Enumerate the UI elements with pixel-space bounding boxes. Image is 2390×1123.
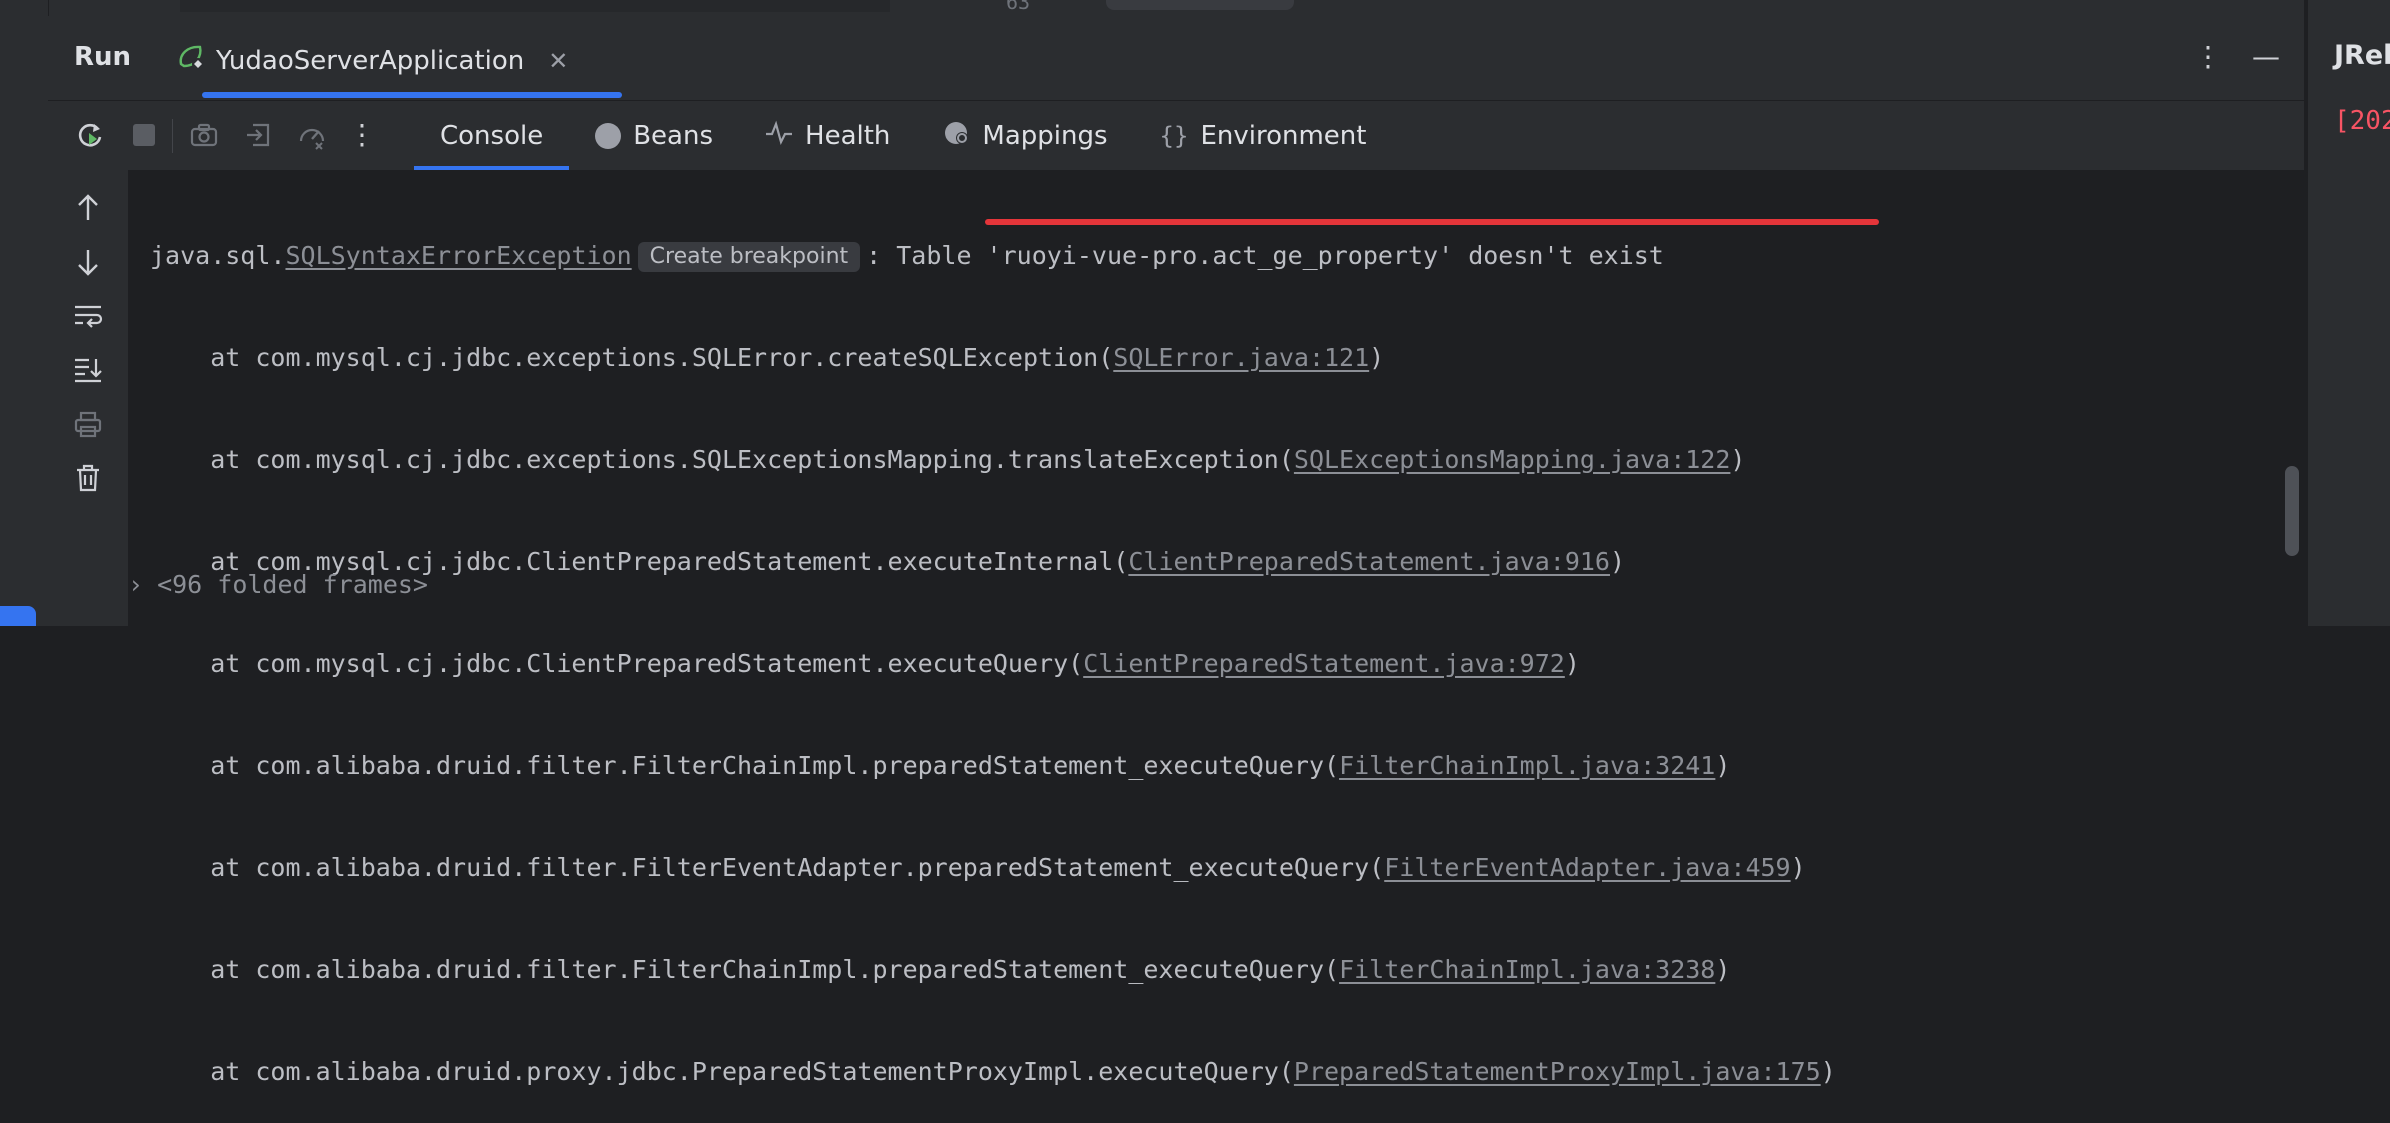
exception-line: java.sql.SQLSyntaxErrorException Create b… — [150, 234, 1836, 278]
pulse-icon — [765, 120, 793, 153]
frame-text: at com.alibaba.druid.filter.FilterChainI… — [150, 751, 1340, 780]
editor-top-strip: 63 — [0, 0, 2390, 16]
speed-icon[interactable] — [296, 119, 328, 151]
soft-wrap-icon[interactable] — [70, 298, 106, 334]
frame-suffix: ) — [1715, 955, 1731, 984]
jrebel-log-text: [2024 — [2334, 106, 2390, 136]
folded-frames-row[interactable]: › <96 folded frames> — [128, 570, 428, 599]
frame-suffix: ) — [1820, 1057, 1836, 1086]
stop-icon[interactable] — [128, 119, 160, 151]
chevron-right-icon[interactable]: › — [128, 570, 143, 599]
console-text: java.sql.SQLSyntaxErrorException Create b… — [150, 176, 1836, 1123]
stack-frame: at com.mysql.cj.jdbc.exceptions.SQLExcep… — [150, 438, 1836, 482]
frame-suffix: ) — [1715, 751, 1731, 780]
stack-frame: at com.mysql.cj.jdbc.ClientPreparedState… — [150, 642, 1836, 686]
tab-health[interactable]: Health — [739, 101, 916, 171]
camera-icon[interactable] — [188, 119, 220, 151]
tab-beans[interactable]: Beans — [569, 101, 739, 171]
frame-text: at com.mysql.cj.jdbc.exceptions.SQLExcep… — [150, 445, 1294, 474]
stack-frame: at com.mysql.cj.jdbc.exceptions.SQLError… — [150, 336, 1836, 380]
tab-console[interactable]: Console — [414, 101, 570, 171]
print-icon[interactable] — [70, 406, 106, 442]
arrow-up-icon[interactable] — [70, 190, 106, 226]
rerun-icon[interactable] — [74, 119, 106, 151]
frame-text: at com.alibaba.druid.filter.FilterChainI… — [150, 955, 1340, 984]
spring-boot-icon — [176, 42, 206, 79]
frame-suffix: ) — [1790, 853, 1806, 882]
frame-suffix: ) — [1609, 547, 1626, 576]
run-config-tab[interactable]: YudaoServerApplication ✕ — [176, 42, 568, 79]
toolbar-separator — [172, 119, 173, 153]
create-breakpoint-button[interactable]: Create breakpoint — [637, 242, 861, 272]
console-side-toolbar — [48, 170, 128, 626]
annotation-underline — [985, 219, 1879, 225]
run-config-tab-label: YudaoServerApplication — [216, 45, 525, 76]
frame-suffix: ) — [1369, 343, 1385, 372]
frame-source-link[interactable]: SQLExceptionsMapping.java:122 — [1294, 445, 1731, 474]
frame-text: at com.alibaba.druid.filter.FilterEventA… — [150, 853, 1385, 882]
run-toolbar: ⋮ Console Beans Health Mappings {} Envir… — [48, 100, 2304, 171]
exception-class-link[interactable]: SQLSyntaxErrorException — [285, 241, 631, 270]
frame-text: at com.mysql.cj.jdbc.ClientPreparedState… — [150, 649, 1084, 678]
tab-mappings[interactable]: Mappings — [916, 101, 1133, 171]
tab-mappings-label: Mappings — [982, 121, 1108, 151]
jrebel-pane: JRebel [2024 — [2308, 0, 2390, 626]
tab-health-label: Health — [805, 121, 891, 151]
notification-badge[interactable] — [0, 606, 36, 626]
braces-icon: {} — [1159, 122, 1189, 150]
tab-environment[interactable]: {} Environment — [1134, 101, 1393, 171]
exit-icon[interactable] — [242, 119, 274, 151]
frame-source-link[interactable]: SQLError.java:121 — [1113, 343, 1369, 372]
globe-icon — [942, 119, 970, 154]
frame-source-link[interactable]: FilterEventAdapter.java:459 — [1384, 853, 1790, 882]
frame-source-link[interactable]: FilterChainImpl.java:3238 — [1339, 955, 1715, 984]
run-tabs: Console Beans Health Mappings {} Environ… — [414, 101, 1392, 171]
run-label: Run — [74, 42, 132, 72]
left-tool-strip — [0, 0, 49, 626]
stack-frame: at com.alibaba.druid.proxy.jdbc.Prepared… — [150, 1050, 1836, 1094]
arrow-down-icon[interactable] — [70, 244, 106, 280]
tab-environment-label: Environment — [1200, 121, 1367, 151]
editor-scrollbar[interactable] — [1106, 0, 1294, 10]
folded-frames-label: <96 folded frames> — [157, 570, 428, 599]
frame-source-link[interactable]: PreparedStatementProxyImpl.java:175 — [1294, 1057, 1821, 1086]
stack-frame: at com.alibaba.druid.filter.FilterChainI… — [150, 948, 1836, 992]
frame-suffix: ) — [1730, 445, 1746, 474]
exception-prefix: java.sql. — [150, 241, 286, 270]
tab-console-label: Console — [440, 121, 544, 151]
jrebel-title: JRebel — [2334, 40, 2390, 71]
more-icon[interactable]: ⋮ — [346, 119, 378, 151]
more-options-icon[interactable]: ⋮ — [2194, 40, 2222, 73]
frame-suffix: ) — [1564, 649, 1580, 678]
frame-source-link[interactable]: ClientPreparedStatement.java:972 — [1083, 649, 1565, 678]
frame-source-link[interactable]: ClientPreparedStatement.java:916 — [1128, 547, 1610, 576]
exception-message: : Table 'ruoyi-vue-pro.act_ge_property' … — [866, 241, 1664, 270]
frame-source-link[interactable]: FilterChainImpl.java:3241 — [1339, 751, 1715, 780]
stack-frame: at com.alibaba.druid.filter.FilterChainI… — [150, 744, 1836, 788]
minimize-icon[interactable]: — — [2252, 40, 2280, 73]
bean-icon — [595, 123, 622, 149]
scrollbar-thumb[interactable] — [2285, 466, 2299, 556]
run-title-bar: Run YudaoServerApplication ✕ ⋮ — — [48, 16, 2304, 100]
scroll-to-end-icon[interactable] — [70, 352, 106, 388]
console-scrollbar[interactable] — [2282, 170, 2304, 626]
frame-text: at com.alibaba.druid.proxy.jdbc.Prepared… — [150, 1057, 1294, 1086]
title-actions: ⋮ — — [2194, 40, 2280, 73]
tab-beans-label: Beans — [633, 121, 714, 151]
stack-frame: at com.alibaba.druid.filter.FilterEventA… — [150, 846, 1836, 890]
frame-text: at com.mysql.cj.jdbc.exceptions.SQLError… — [150, 343, 1114, 372]
trash-icon[interactable] — [70, 460, 106, 496]
close-icon[interactable]: ✕ — [548, 47, 568, 75]
editor-area — [180, 0, 890, 12]
editor-line-number: 63 — [948, 0, 1088, 16]
run-tab-underline — [202, 92, 622, 98]
